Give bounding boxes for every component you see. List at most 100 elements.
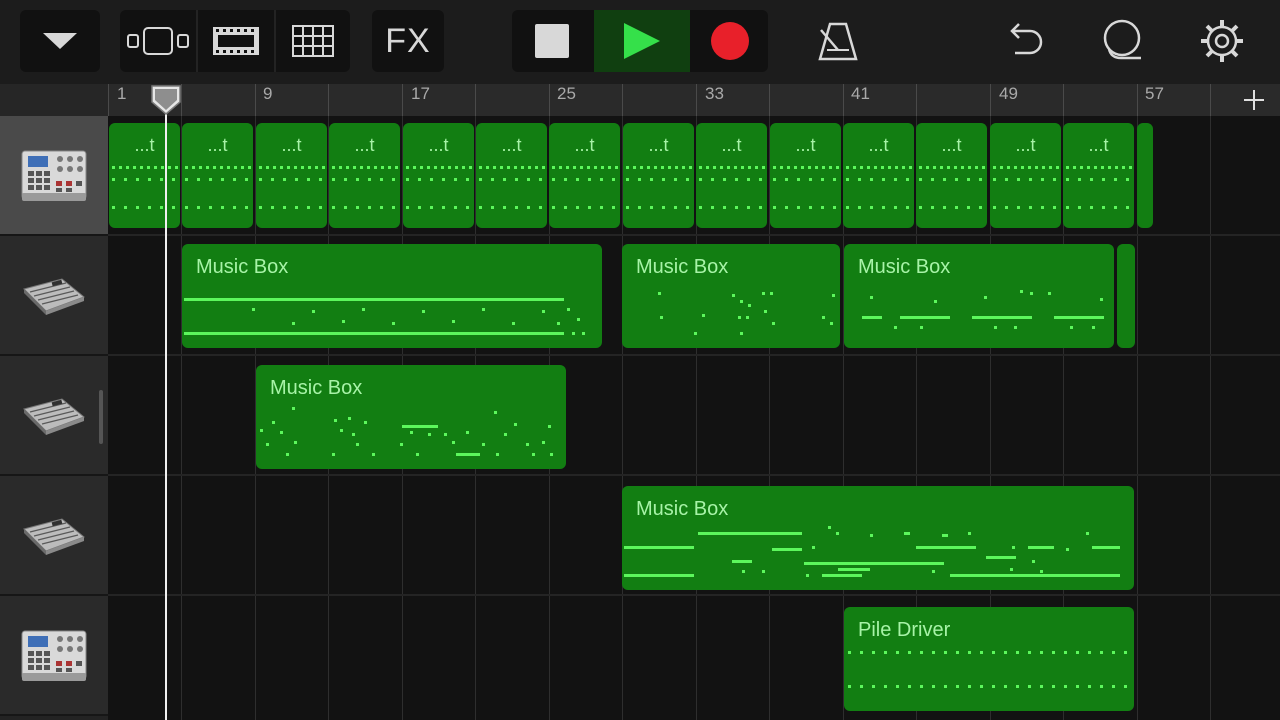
play-button[interactable] — [594, 10, 690, 72]
lane-divider — [108, 474, 1280, 476]
fx-button[interactable]: FX — [372, 10, 444, 72]
lane-divider — [108, 594, 1280, 596]
midi-notes — [184, 298, 585, 335]
region-drummer[interactable]: ...t — [770, 123, 841, 228]
drum-hits — [185, 166, 251, 209]
track-scroll-indicator[interactable] — [99, 390, 103, 444]
track-header-keyboard-2[interactable] — [0, 236, 108, 356]
region-music-box[interactable]: Music Box — [622, 244, 840, 348]
record-dot-icon — [711, 22, 749, 60]
ruler-label: 1 — [117, 84, 127, 103]
ruler-label: 9 — [263, 84, 273, 103]
track-header-drummer-1[interactable] — [0, 116, 108, 236]
drum-hits — [552, 166, 618, 209]
region-drummer[interactable]: ...t — [990, 123, 1061, 228]
ruler-tick — [108, 84, 109, 116]
ruler-label: 57 — [1145, 84, 1164, 103]
ruler-tick — [769, 84, 770, 116]
loop-browser-button[interactable] — [198, 10, 274, 72]
ruler-label: 25 — [557, 84, 576, 103]
region-drummer-sliver[interactable] — [1137, 123, 1153, 228]
metronome-icon — [818, 22, 858, 61]
region-drummer[interactable]: ...t — [256, 123, 327, 228]
browser-menu-button[interactable] — [20, 10, 100, 72]
gear-icon — [1201, 20, 1243, 62]
timeline-ruler[interactable]: 1 9 17 25 33 41 49 57 — [0, 84, 1280, 116]
region-drummer[interactable]: ...t — [696, 123, 767, 228]
grid-icon — [292, 25, 334, 57]
keyboard-icon — [23, 518, 85, 555]
region-drummer[interactable]: ...t — [843, 123, 914, 228]
drum-hits — [626, 166, 692, 209]
toolbar: FX — [0, 0, 1280, 84]
master-volume-button[interactable] — [1092, 10, 1152, 72]
ruler-label: 49 — [999, 84, 1018, 103]
plus-icon — [1244, 90, 1264, 110]
drum-hits — [259, 166, 325, 209]
track-view-icon — [127, 27, 189, 55]
track-header-drum-machine-5[interactable] — [0, 596, 108, 716]
lane-divider — [108, 354, 1280, 356]
region-drummer[interactable]: ...t — [476, 123, 547, 228]
transport-group — [512, 10, 768, 72]
record-button[interactable] — [692, 10, 768, 72]
lasso-icon — [1103, 19, 1141, 60]
stop-button[interactable] — [512, 10, 592, 72]
ruler-tick — [696, 84, 697, 116]
ruler-label: 17 — [411, 84, 430, 103]
region-drummer[interactable]: ...t — [916, 123, 987, 228]
midi-notes — [624, 526, 1120, 577]
region-music-box[interactable]: Music Box — [844, 244, 1114, 348]
drum-hits — [919, 166, 985, 209]
region-pile-driver[interactable]: Pile Driver — [844, 607, 1134, 711]
region-drummer[interactable]: ...t — [623, 123, 694, 228]
tracks-view-button[interactable] — [120, 10, 196, 72]
playhead-handle-icon[interactable] — [150, 84, 182, 116]
stop-square-icon — [535, 24, 569, 58]
drum-machine-icon — [21, 150, 87, 201]
fx-label: FX — [385, 21, 431, 60]
view-toggle-group — [120, 10, 350, 72]
ruler-tick — [1063, 84, 1064, 116]
midi-notes — [848, 651, 1127, 688]
add-section-button[interactable] — [1238, 86, 1270, 114]
track-header-keyboard-4[interactable] — [0, 476, 108, 596]
drum-hits — [479, 166, 545, 209]
region-drummer[interactable]: ...t — [329, 123, 400, 228]
triangle-down-icon — [43, 33, 77, 49]
region-music-box[interactable]: Music Box — [622, 486, 1134, 590]
region-drummer[interactable]: ...t — [549, 123, 620, 228]
grid-line — [1210, 116, 1211, 720]
undo-arrow-icon — [1010, 23, 1043, 55]
playhead-line — [165, 100, 167, 720]
drum-hits — [332, 166, 398, 209]
track-header-column — [0, 116, 108, 720]
play-triangle-icon — [624, 23, 660, 59]
drum-hits — [112, 166, 178, 209]
drum-hits — [406, 166, 472, 209]
region-drummer[interactable]: ...t — [1063, 123, 1134, 228]
ruler-tick — [622, 84, 623, 116]
metronome-button[interactable] — [808, 10, 868, 72]
drum-hits — [773, 166, 839, 209]
region-music-box-sliver[interactable] — [1117, 244, 1135, 348]
midi-notes — [658, 292, 835, 335]
ruler-label: 33 — [705, 84, 724, 103]
region-drummer[interactable]: ...t — [109, 123, 180, 228]
drum-hits — [993, 166, 1059, 209]
drum-hits — [1066, 166, 1132, 209]
midi-notes — [862, 290, 1104, 329]
track-header-keyboard-3[interactable] — [0, 356, 108, 476]
ruler-tick — [990, 84, 991, 116]
ruler-tick — [1210, 84, 1211, 116]
region-music-box[interactable]: Music Box — [256, 365, 566, 469]
film-strip-icon — [213, 27, 259, 55]
undo-button[interactable] — [994, 10, 1054, 72]
region-music-box[interactable]: Music Box — [182, 244, 602, 348]
settings-button[interactable] — [1192, 10, 1252, 72]
live-loops-button[interactable] — [276, 10, 350, 72]
region-drummer[interactable]: ...t — [182, 123, 253, 228]
drum-hits — [699, 166, 765, 209]
ruler-tick — [475, 84, 476, 116]
region-drummer[interactable]: ...t — [403, 123, 474, 228]
